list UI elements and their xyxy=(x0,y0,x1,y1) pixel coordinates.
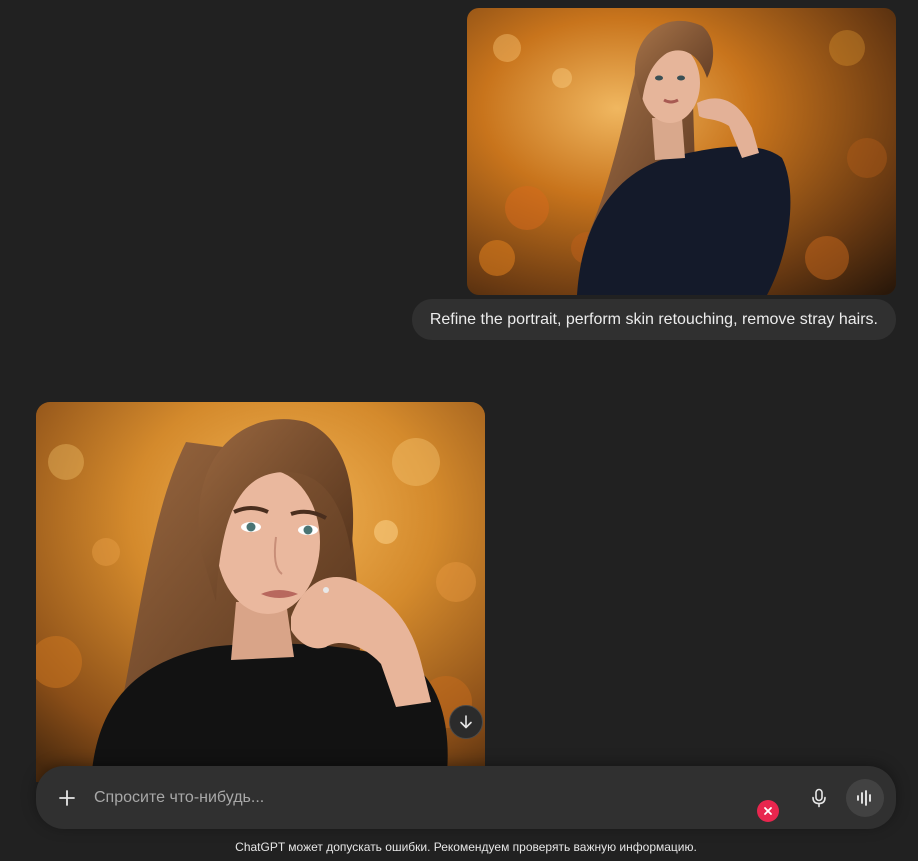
assistant-portrait-illustration xyxy=(36,402,485,782)
prompt-input[interactable] xyxy=(94,786,694,810)
assistant-generated-image[interactable] xyxy=(36,402,485,782)
scroll-down-button[interactable] xyxy=(449,705,483,739)
microphone-icon xyxy=(812,788,826,808)
plus-icon xyxy=(59,790,75,806)
user-message-bubble: Refine the portrait, perform skin retouc… xyxy=(411,299,896,340)
chat-page: Refine the portrait, perform skin retouc… xyxy=(0,0,918,861)
disclaimer-text: ChatGPT может допускать ошибки. Рекоменд… xyxy=(235,840,697,854)
add-attachment-button[interactable] xyxy=(52,783,82,813)
close-badge-button[interactable] xyxy=(757,800,779,822)
close-icon xyxy=(764,807,772,815)
user-portrait-illustration xyxy=(467,8,896,295)
user-message-text: Refine the portrait, perform skin retouc… xyxy=(429,310,878,328)
dictation-button[interactable] xyxy=(804,783,834,813)
voice-waveform-icon xyxy=(857,790,871,806)
voice-mode-button[interactable] xyxy=(846,779,884,817)
arrow-down-icon xyxy=(460,715,472,729)
user-uploaded-image[interactable] xyxy=(467,8,896,295)
